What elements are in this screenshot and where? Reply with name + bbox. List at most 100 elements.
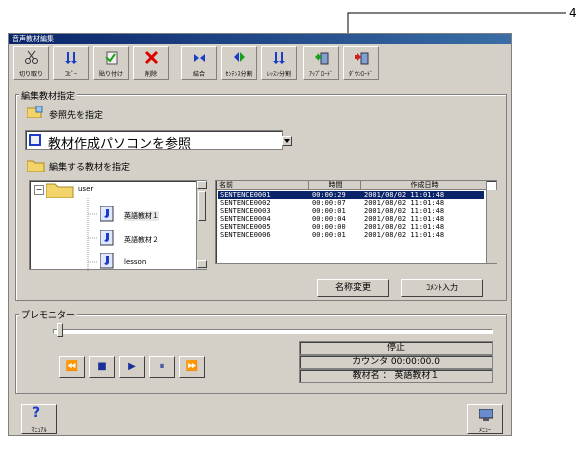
menu-button[interactable]: ﾒﾆｭｰ [467, 404, 503, 434]
table-cell-name: SENTENCE0006 [220, 231, 271, 239]
rename-button[interactable]: 名称変更 [317, 279, 389, 297]
merge-icon [194, 54, 205, 62]
play-button[interactable]: ▶ [119, 356, 145, 378]
lesson-split-button[interactable]: ﾚｯｽﾝ分割 [261, 46, 297, 80]
table-row[interactable]: SENTENCE0004 00:00:04 2001/08/02 11:01:48 [218, 215, 484, 223]
table-cell-name: SENTENCE0005 [220, 223, 271, 231]
column-header-name[interactable]: 名前 [217, 181, 309, 190]
seek-thumb[interactable] [57, 323, 63, 337]
table-row[interactable]: SENTENCE0006 00:00:01 2001/08/02 11:01:48 [218, 231, 484, 239]
table-row[interactable]: SENTENCE0001 00:00:29 2001/08/02 11:01:48 [218, 191, 484, 199]
upload-button[interactable]: ｱｯﾌﾟﾛｰﾄﾞ [303, 46, 339, 80]
copy-button[interactable]: ｺﾋﾟｰ [53, 46, 89, 80]
toolbar-label: ｱｯﾌﾟﾛｰﾄﾞ [308, 71, 333, 78]
merge-button[interactable]: 結合 [181, 46, 217, 80]
manual-button[interactable]: ? ﾏﾆｭｱﾙ [21, 404, 57, 434]
sentence-split-button[interactable]: ｾﾝﾃﾝｽ分割 [221, 46, 257, 80]
table-cell-created: 2001/08/02 11:01:48 [364, 231, 445, 239]
help-icon: ? [32, 405, 41, 421]
toolbar-label: ｾﾝﾃﾝｽ分割 [225, 71, 253, 78]
chevron-down-icon [284, 139, 290, 143]
table-row[interactable]: SENTENCE0005 00:00:00 2001/08/02 11:01:48 [218, 223, 484, 231]
sentence-split-icon [234, 52, 245, 62]
comment-button[interactable]: ｺﾒﾝﾄ入力 [401, 279, 483, 297]
delete-button[interactable]: 削除 [133, 46, 169, 80]
toolbar-label: ﾚｯｽﾝ分割 [266, 71, 291, 78]
seek-track[interactable] [53, 329, 493, 334]
lesson-split-icon [273, 52, 285, 64]
table-cell-time: 00:00:01 [312, 207, 346, 215]
ref-select-value: 教材作成パソコンを参照 [48, 137, 192, 152]
toolbar-label: 貼り付け [98, 71, 123, 78]
tree-item[interactable]: lesson [99, 252, 146, 272]
file-list: 名前 時間 作成日時 SENTENCE0001 00:00:29 2001/08/0… [215, 180, 497, 264]
tree-lines [87, 198, 98, 271]
table-cell-name: SENTENCE0001 [218, 191, 310, 199]
paste-button[interactable]: 貼り付け [93, 46, 129, 80]
column-header-created[interactable]: 作成日時 [361, 181, 487, 190]
file-table: SENTENCE0001 00:00:29 2001/08/02 11:01:48 S… [218, 191, 484, 239]
toolbar-label: 削除 [144, 71, 157, 78]
download-icon [355, 52, 369, 65]
window-title: 音声教材編集 [9, 34, 511, 44]
tree-item-label: lesson [124, 258, 147, 266]
table-cell-created: 2001/08/02 11:01:48 [364, 207, 445, 215]
tree-item[interactable]: 英語教材２ [99, 229, 159, 249]
fast-forward-icon: ⏩ [185, 361, 199, 372]
pause-icon: ⏸ [159, 361, 165, 372]
toolbar-label: ｺﾋﾟｰ [64, 71, 77, 78]
toolbar: 切り取り ｺﾋﾟｰ 貼り付け 削除 結合 ｾﾝﾃﾝｽ分割 ﾚｯｽﾝ分割 ｱｯﾌﾟ… [11, 46, 509, 84]
toolbar-label: 切り取り [18, 71, 43, 78]
table-cell-name: SENTENCE0002 [220, 199, 271, 207]
table-cell-name: SENTENCE0004 [220, 215, 271, 223]
book-icon [29, 134, 41, 146]
status-text: 停止 [386, 343, 405, 353]
pause-button[interactable]: ⏸ [149, 356, 175, 378]
material-name-text: 教材名 ： 英語教材１ [352, 371, 440, 381]
table-row[interactable]: SENTENCE0002 00:00:07 2001/08/02 11:01:48 [218, 199, 484, 207]
counter-field: カウンタ 00:00:00.0 [299, 355, 493, 369]
callout-number: 4 [569, 6, 577, 20]
material-name-field: 教材名 ： 英語教材１ [299, 369, 493, 383]
file-list-scrollbar[interactable] [486, 190, 497, 263]
cut-button[interactable]: 切り取り [13, 46, 49, 80]
tree-scrollbar[interactable] [196, 181, 207, 269]
stop-button[interactable]: ■ [89, 356, 115, 378]
audio-file-icon [99, 205, 114, 222]
status-panel: 停止 カウンタ 00:00:00.0 教材名 ： 英語教材１ [299, 341, 493, 383]
audio-file-icon [99, 252, 114, 269]
copy-icon [65, 52, 77, 64]
paste-icon [105, 51, 118, 65]
column-header-time[interactable]: 時間 [309, 181, 361, 190]
manual-label: ﾏﾆｭｱﾙ [31, 427, 47, 434]
scroll-thumb[interactable] [198, 191, 206, 221]
table-cell-time: 00:00:00 [312, 223, 346, 231]
tree-item-label: 英語教材２ [124, 236, 159, 244]
ref-select-dropdown[interactable] [282, 136, 292, 146]
table-cell-time: 00:00:04 [312, 215, 346, 223]
fast-forward-button[interactable]: ⏩ [179, 356, 205, 378]
tree-item[interactable]: 英語教材１ [99, 205, 159, 225]
stop-icon: ■ [97, 361, 107, 372]
toolbar-label: 結合 [192, 71, 205, 78]
download-button[interactable]: ﾀﾞｳﾝﾛｰﾄﾞ [343, 46, 379, 80]
edit-material-title: 編集教材指定 [19, 89, 78, 102]
play-icon: ▶ [128, 361, 136, 372]
menu-label: ﾒﾆｭｰ [478, 427, 491, 434]
upload-icon [315, 52, 329, 65]
table-cell-created: 2001/08/02 11:01:48 [364, 199, 445, 207]
material-tree: − user 英語教材１ 英語教材２ lesson [29, 180, 207, 272]
playback-controls: ⏪ ■ ▶ ⏸ ⏩ [59, 356, 223, 380]
scroll-down-button[interactable] [197, 260, 207, 268]
table-row[interactable]: SENTENCE0003 00:00:01 2001/08/02 11:01:48 [218, 207, 484, 215]
table-cell-name: SENTENCE0003 [220, 207, 271, 215]
delete-icon [144, 50, 159, 65]
toolbar-label: ﾀﾞｳﾝﾛｰﾄﾞ [348, 71, 373, 78]
ref-select[interactable]: 教材作成パソコンを参照 [25, 130, 292, 152]
table-cell-created: 2001/08/02 11:01:48 [364, 223, 445, 231]
scroll-up-button[interactable] [197, 181, 207, 189]
app-window: 音声教材編集 切り取り ｺﾋﾟｰ 貼り付け 削除 結合 ｾﾝﾃﾝｽ分割 ﾚｯｽﾝ… [8, 33, 512, 436]
ref-label: 参照先を指定 [49, 111, 104, 121]
rewind-button[interactable]: ⏪ [59, 356, 85, 378]
scissors-icon [25, 50, 38, 64]
